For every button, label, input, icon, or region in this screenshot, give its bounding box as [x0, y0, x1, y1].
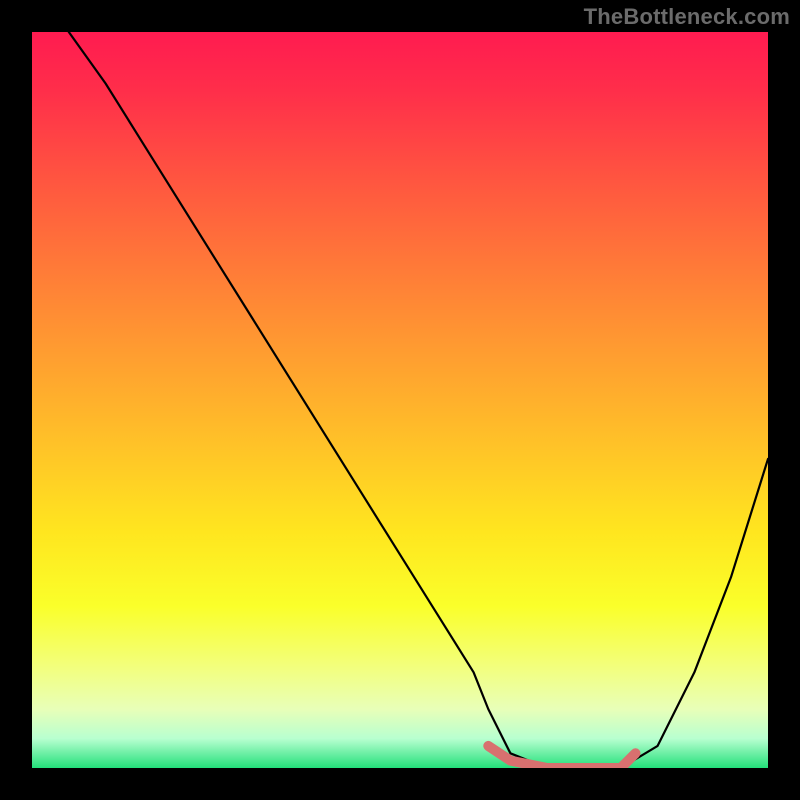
plot-area	[32, 32, 768, 768]
chart-stage: TheBottleneck.com	[0, 0, 800, 800]
bottleneck-curve-path	[32, 32, 768, 768]
watermark-text: TheBottleneck.com	[584, 4, 790, 30]
optimal-zone-path	[488, 746, 635, 768]
chart-svg	[32, 32, 768, 768]
